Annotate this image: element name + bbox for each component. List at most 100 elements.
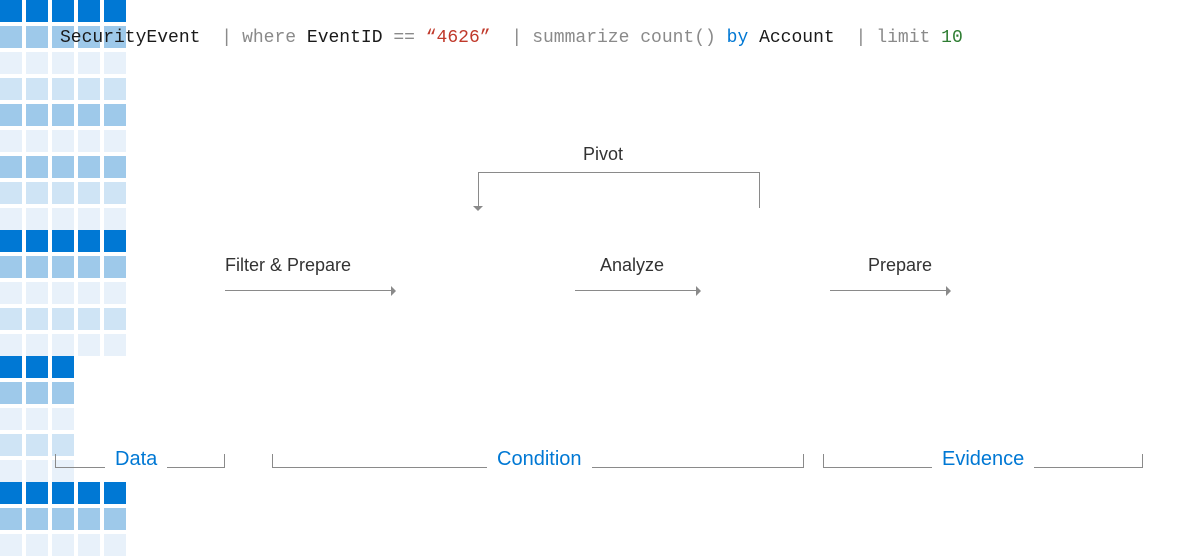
grid-cell: [52, 482, 74, 504]
grid-cell: [26, 282, 48, 304]
label-pivot: Pivot: [583, 144, 623, 165]
grid-cell: [52, 256, 74, 278]
grid-evidence: [0, 482, 1193, 556]
grid-cell: [0, 382, 22, 404]
grid-cell: [26, 482, 48, 504]
query-token: where: [242, 28, 296, 48]
grid-cell: [26, 534, 48, 556]
group-label-data: Data: [105, 448, 167, 471]
grid-cell: [0, 104, 22, 126]
grid-cell: [104, 208, 126, 230]
grid-cell: [0, 52, 22, 74]
grid-cell: [52, 434, 74, 456]
grid-cell: [26, 130, 48, 152]
grid-cell: [26, 52, 48, 74]
grid-cell: [0, 534, 22, 556]
grid-cell: [104, 78, 126, 100]
label-analyze: Analyze: [600, 255, 664, 276]
grid-cell: [0, 282, 22, 304]
grid-cell: [52, 356, 74, 378]
grid-cell: [104, 0, 126, 22]
grid-cell: [78, 482, 100, 504]
grid-cell: [104, 334, 126, 356]
grid-cell: [104, 282, 126, 304]
grid-cell: [26, 308, 48, 330]
query-token: EventID: [307, 28, 383, 48]
query-token: “4626”: [426, 28, 491, 48]
grid-cell: [26, 0, 48, 22]
grid-cell: [52, 534, 74, 556]
grid-cell: [52, 208, 74, 230]
group-label-evidence: Evidence: [932, 448, 1034, 471]
grid-cell: [26, 434, 48, 456]
grid-cell: [78, 156, 100, 178]
grid-cell: [104, 230, 126, 252]
grid-cell: [0, 308, 22, 330]
grid-cell: [78, 130, 100, 152]
grid-cell: [78, 534, 100, 556]
grid-cell: [52, 408, 74, 430]
grid-cell: [104, 534, 126, 556]
grid-cell: [78, 104, 100, 126]
grid-cell: [104, 308, 126, 330]
grid-cell: [52, 230, 74, 252]
query-token: limit: [876, 28, 930, 48]
arrow-right-icon: [575, 290, 700, 291]
grid-cell: [78, 52, 100, 74]
grid-cell: [0, 78, 22, 100]
grid-cell: [26, 334, 48, 356]
grid-cell: [26, 230, 48, 252]
grid-cell: [0, 130, 22, 152]
grid-cell: [26, 356, 48, 378]
grid-condition-a: [0, 230, 1193, 356]
grid-cell: [26, 104, 48, 126]
grid-cell: [26, 182, 48, 204]
grid-cell: [26, 208, 48, 230]
query-token: |: [856, 28, 867, 48]
grid-cell: [0, 356, 22, 378]
pivot-connector: [759, 172, 760, 208]
query-token: count(): [640, 28, 716, 48]
grid-cell: [0, 434, 22, 456]
grid-cell: [26, 408, 48, 430]
grid-cell: [52, 382, 74, 404]
grid-cell: [0, 334, 22, 356]
grid-cell: [52, 52, 74, 74]
query-token: by: [727, 28, 749, 48]
grid-cell: [52, 156, 74, 178]
arrowhead-down-icon: [473, 206, 483, 211]
grid-cell: [0, 460, 22, 482]
grid-cell: [104, 130, 126, 152]
grid-cell: [52, 130, 74, 152]
grid-cell: [52, 104, 74, 126]
grid-cell: [0, 408, 22, 430]
grid-cell: [104, 52, 126, 74]
grid-cell: [0, 26, 22, 48]
group-label-condition: Condition: [487, 448, 592, 471]
grid-cell: [78, 208, 100, 230]
grid-cell: [104, 104, 126, 126]
grid-cell: [26, 508, 48, 530]
pivot-connector: [478, 172, 479, 208]
query-token: SecurityEvent: [60, 28, 200, 48]
grid-cell: [26, 256, 48, 278]
query-token: ==: [393, 28, 415, 48]
grid-cell: [78, 308, 100, 330]
arrow-right-icon: [830, 290, 950, 291]
grid-cell: [78, 334, 100, 356]
grid-cell: [52, 0, 74, 22]
grid-cell: [0, 0, 22, 22]
grid-cell: [52, 78, 74, 100]
query-token: |: [221, 28, 232, 48]
grid-cell: [0, 508, 22, 530]
query-token: summarize: [532, 28, 629, 48]
grid-cell: [0, 482, 22, 504]
kql-query: SecurityEvent | where EventID == “4626” |…: [60, 28, 1133, 48]
grid-cell: [104, 156, 126, 178]
grid-cell: [0, 182, 22, 204]
grid-cell: [104, 182, 126, 204]
arrow-right-icon: [225, 290, 395, 291]
grid-cell: [52, 334, 74, 356]
grid-cell: [0, 156, 22, 178]
grid-cell: [78, 182, 100, 204]
